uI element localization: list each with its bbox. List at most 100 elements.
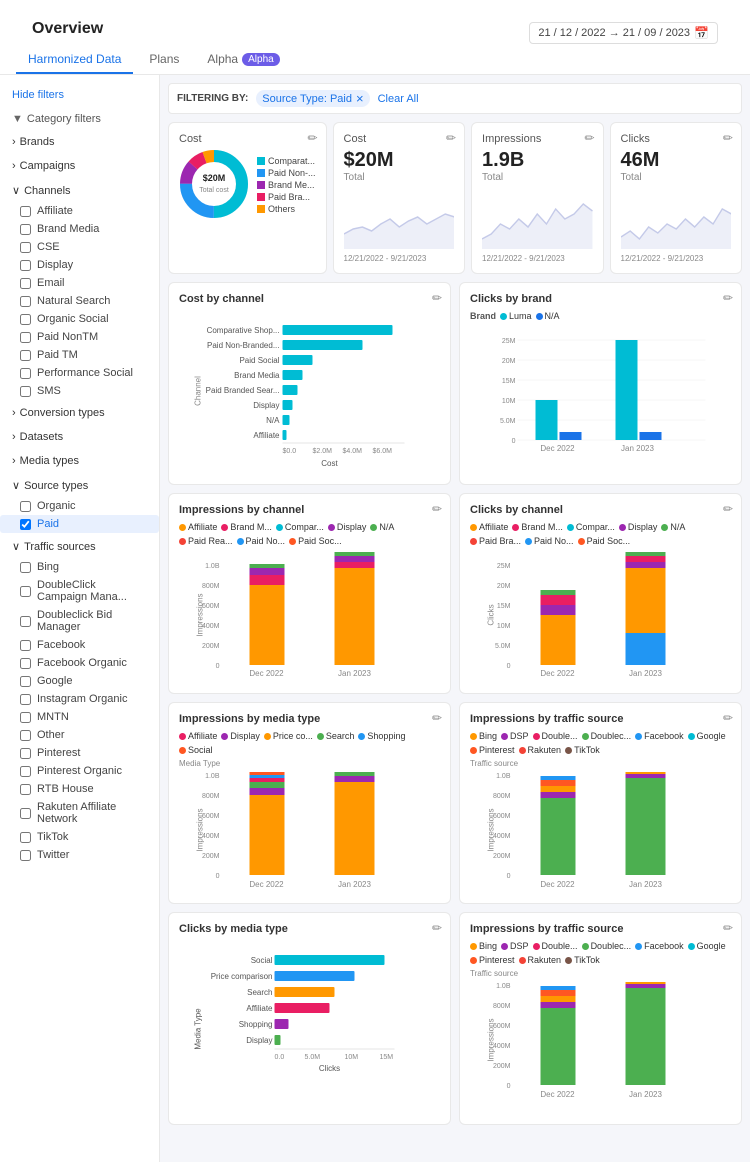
sidebar-item-twitter[interactable]: Twitter [0, 846, 159, 864]
clicks-by-channel-svg: 0 5.0M 10M 15M 20M 25M [470, 550, 731, 680]
chart-edit-impressions-by-traffic2[interactable]: ✏ [723, 921, 733, 935]
sidebar-item-affiliate[interactable]: Affiliate [0, 202, 159, 220]
sidebar-item-organic-social[interactable]: Organic Social [0, 310, 159, 328]
tab-alpha[interactable]: Alpha Alpha [195, 46, 291, 74]
sidebar-item-bing[interactable]: Bing [0, 558, 159, 576]
sidebar-group-traffic-header[interactable]: ∨ Traffic sources [0, 535, 159, 558]
sidebar-item-brand-media[interactable]: Brand Media [0, 220, 159, 238]
hide-filters-button[interactable]: Hide filters [0, 83, 159, 107]
cost-line-chart [344, 189, 454, 249]
svg-text:Display: Display [246, 1036, 272, 1045]
chart-edit-impressions-by-channel[interactable]: ✏ [432, 502, 442, 516]
sidebar-group-campaigns-label: Campaigns [20, 160, 76, 172]
svg-text:Jan 2023: Jan 2023 [338, 669, 371, 678]
sidebar-item-facebook-organic[interactable]: Facebook Organic [0, 654, 159, 672]
sidebar-item-natural-search[interactable]: Natural Search [0, 292, 159, 310]
svg-text:$6.0M: $6.0M [373, 448, 393, 455]
content-area: FILTERING BY: Source Type: Paid × Clear … [160, 75, 750, 1162]
svg-text:Brand Media: Brand Media [234, 371, 280, 380]
sidebar-item-rtb[interactable]: RTB House [0, 780, 159, 798]
sidebar-group-datasets: › Datasets [0, 426, 159, 448]
svg-text:5.0M: 5.0M [500, 418, 516, 425]
sidebar-item-other[interactable]: Other [0, 726, 159, 744]
sidebar-group-brands-header[interactable]: › Brands [0, 131, 159, 153]
chart-impressions-by-media: Impressions by media type ✏ Affiliate Di… [168, 702, 451, 904]
sidebar-item-pinterest[interactable]: Pinterest [0, 744, 159, 762]
sidebar-item-facebook[interactable]: Facebook [0, 636, 159, 654]
sidebar-group-campaigns-header[interactable]: › Campaigns [0, 155, 159, 177]
kpi-edit-cost-donut[interactable]: ✏ [307, 131, 317, 145]
app-container: Overview 21 / 12 / 2022 → 21 / 09 / 2023… [0, 0, 750, 1162]
kpi-value-cost: $20M [344, 149, 454, 172]
chart-edit-impressions-by-media[interactable]: ✏ [432, 711, 442, 725]
svg-text:Dec 2022: Dec 2022 [540, 1090, 575, 1099]
svg-text:Channel: Channel [194, 376, 203, 406]
sidebar-group-datasets-header[interactable]: › Datasets [0, 426, 159, 448]
svg-text:25M: 25M [502, 338, 516, 345]
chart-edit-clicks-by-brand[interactable]: ✏ [723, 291, 733, 305]
sidebar-group-conversion-header[interactable]: › Conversion types [0, 402, 159, 424]
date-range-picker[interactable]: 21 / 12 / 2022 → 21 / 09 / 2023 📅 [529, 22, 718, 44]
sidebar-item-dc-campaign[interactable]: DoubleClick Campaign Mana... [0, 576, 159, 606]
clear-all-button[interactable]: Clear All [378, 93, 419, 105]
svg-text:1.0B: 1.0B [496, 983, 511, 990]
svg-text:400M: 400M [493, 833, 511, 840]
sidebar-item-email[interactable]: Email [0, 274, 159, 292]
chart-edit-clicks-by-channel[interactable]: ✏ [723, 502, 733, 516]
sidebar-item-paid-nontm[interactable]: Paid NonTM [0, 328, 159, 346]
svg-text:$0.0: $0.0 [283, 448, 297, 455]
svg-text:Jan 2023: Jan 2023 [621, 444, 654, 453]
legend-luma: Luma [500, 311, 532, 321]
svg-text:Dec 2022: Dec 2022 [540, 669, 575, 678]
svg-text:800M: 800M [493, 793, 511, 800]
sidebar-item-organic[interactable]: Organic [0, 497, 159, 515]
tab-plans[interactable]: Plans [137, 46, 191, 74]
sidebar-group-traffic-label: Traffic sources [24, 541, 96, 553]
clicks-channel-legend: Affiliate Brand M... Compar... Display N… [470, 522, 731, 546]
impressions-line-chart [482, 189, 592, 249]
svg-text:400M: 400M [202, 623, 220, 630]
sidebar-item-dc-bid[interactable]: Doubleclick Bid Manager [0, 606, 159, 636]
chart-title-impressions-by-media: Impressions by media type [179, 713, 440, 725]
sidebar-item-perf-social[interactable]: Performance Social [0, 364, 159, 382]
sidebar-group-conversion-label: Conversion types [20, 407, 105, 419]
sidebar-item-sms[interactable]: SMS [0, 382, 159, 400]
sidebar-item-instagram[interactable]: Instagram Organic [0, 690, 159, 708]
sidebar-item-google[interactable]: Google [0, 672, 159, 690]
sidebar-group-channels-header[interactable]: ∨ Channels [0, 179, 159, 202]
kpi-edit-cost-line[interactable]: ✏ [446, 131, 456, 145]
sidebar-group-media-header[interactable]: › Media types [0, 450, 159, 472]
sidebar-item-paid[interactable]: Paid [0, 515, 159, 533]
impressions-traffic-legend: Bing DSP Double... Doublec... Facebook G… [470, 731, 731, 755]
svg-text:400M: 400M [493, 1043, 511, 1050]
chart-impressions-by-channel: Impressions by channel ✏ Affiliate Brand… [168, 493, 451, 694]
chart-edit-cost-by-channel[interactable]: ✏ [432, 291, 442, 305]
svg-text:$4.0M: $4.0M [343, 448, 363, 455]
sidebar-item-tiktok[interactable]: TikTok [0, 828, 159, 846]
svg-text:0: 0 [512, 438, 516, 445]
tab-harmonized[interactable]: Harmonized Data [16, 46, 133, 74]
sidebar-item-mntn[interactable]: MNTN [0, 708, 159, 726]
svg-text:600M: 600M [202, 813, 220, 820]
chevron-down-icon2: ∨ [12, 479, 20, 492]
sidebar-item-cse[interactable]: CSE [0, 238, 159, 256]
chart-edit-impressions-by-traffic[interactable]: ✏ [723, 711, 733, 725]
svg-text:15M: 15M [497, 603, 511, 610]
svg-text:600M: 600M [493, 813, 511, 820]
sidebar-item-pinterest-organic[interactable]: Pinterest Organic [0, 762, 159, 780]
kpi-title-cost-line: Cost [344, 133, 454, 145]
filter-tag-label: Source Type: Paid [262, 93, 352, 105]
sidebar-item-paid-tm[interactable]: Paid TM [0, 346, 159, 364]
legend-comparative: Comparat... [257, 156, 316, 166]
sidebar-item-rakuten[interactable]: Rakuten Affiliate Network [0, 798, 159, 828]
sidebar-group-source-header[interactable]: ∨ Source types [0, 474, 159, 497]
sidebar-group-conversion: › Conversion types [0, 402, 159, 424]
kpi-edit-impressions[interactable]: ✏ [584, 131, 594, 145]
filter-tag-close[interactable]: × [356, 92, 364, 105]
kpi-edit-clicks[interactable]: ✏ [723, 131, 733, 145]
filter-tag-source[interactable]: Source Type: Paid × [256, 90, 369, 107]
chart-edit-clicks-by-media[interactable]: ✏ [432, 921, 442, 935]
impressions-by-media-svg: 0 200M 400M 600M 800M 1.0B [179, 770, 440, 890]
sidebar-item-display[interactable]: Display [0, 256, 159, 274]
kpi-card-cost-donut: Cost ✏ [168, 122, 327, 274]
